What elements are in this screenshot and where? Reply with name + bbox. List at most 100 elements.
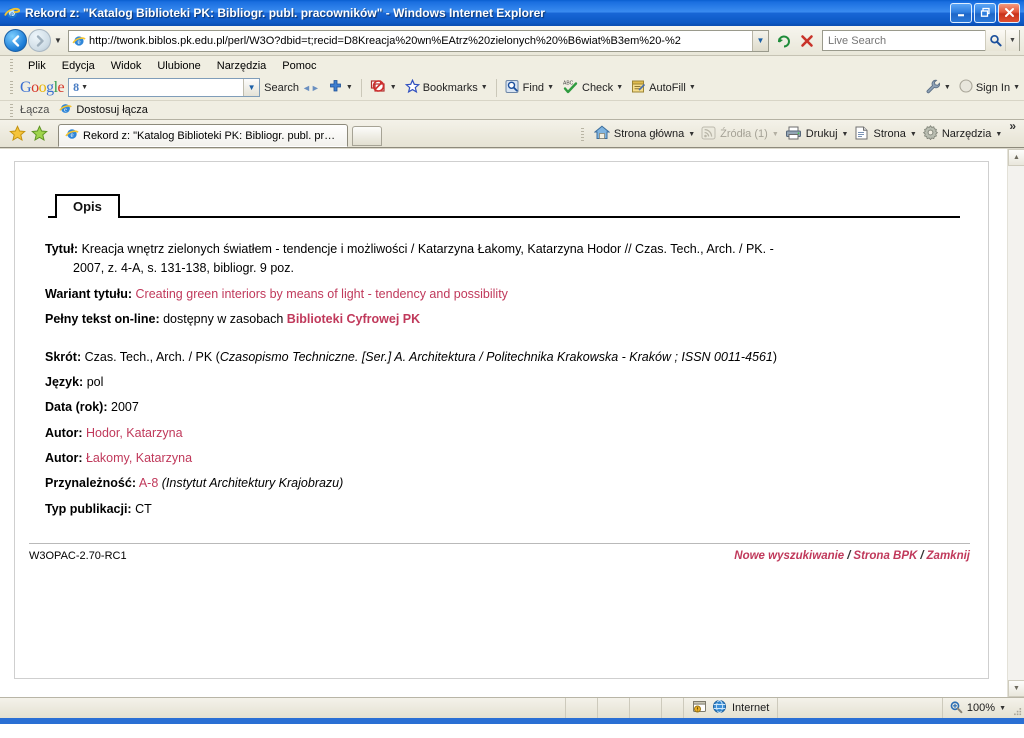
links-bar-grip[interactable] xyxy=(10,103,13,117)
link-nowe-wyszukiwanie[interactable]: Nowe wyszukiwanie xyxy=(734,550,844,562)
recent-pages-button[interactable]: ▼ xyxy=(51,36,65,45)
google-bookmarks-caret-icon[interactable]: ▼ xyxy=(481,84,488,91)
google-search-box[interactable]: 8 ▼ ▼ xyxy=(68,78,261,97)
popup-blocker-caret-icon[interactable]: ▼ xyxy=(390,84,397,91)
scroll-down-button[interactable]: ▼ xyxy=(1008,680,1024,697)
link-przynaleznosc-code[interactable]: A-8 xyxy=(139,476,162,490)
back-button[interactable] xyxy=(4,29,27,52)
command-home[interactable]: Strona główna ▼ xyxy=(591,125,698,143)
field-tytul-label: Tytuł: xyxy=(45,242,79,256)
google-plus-button[interactable]: ▼ xyxy=(324,79,357,97)
google-find-button[interactable]: Find ▼ xyxy=(501,79,558,97)
resize-grip[interactable] xyxy=(1012,698,1024,718)
command-feeds-caret-icon[interactable]: ▼ xyxy=(772,131,779,138)
menu-edycja[interactable]: Edycja xyxy=(54,59,103,73)
google-search-button[interactable]: Search ◄► xyxy=(260,82,324,94)
google-toolbar-grip[interactable] xyxy=(10,81,13,94)
command-bar: Strona główna ▼ Źródła (1) ▼ Drukuj ▼ St… xyxy=(580,119,1024,147)
google-settings-button[interactable]: ▼ xyxy=(921,79,955,97)
page-scrollbar-vertical[interactable]: ▲ ▼ xyxy=(1007,149,1024,697)
forward-button[interactable] xyxy=(28,29,51,52)
command-print[interactable]: Drukuj ▼ xyxy=(782,126,852,143)
favorites-center-icon[interactable] xyxy=(6,122,28,144)
search-submit-icon[interactable] xyxy=(985,30,1005,51)
find-magnifier-icon xyxy=(505,79,520,97)
google-check-caret-icon[interactable]: ▼ xyxy=(616,84,623,91)
live-search-box[interactable]: ▼ xyxy=(822,30,1020,51)
google-autofill-caret-icon[interactable]: ▼ xyxy=(689,84,696,91)
field-typ-publikacji: Typ publikacji: CT xyxy=(45,500,954,519)
app-version: W3OPAC-2.70-RC1 xyxy=(29,550,127,563)
command-bar-grip[interactable] xyxy=(580,127,584,141)
google-autofill-button[interactable]: AutoFill ▼ xyxy=(627,79,700,97)
navigation-bar: ▼ e http://twonk.biblos.pk.edu.pl/perl/W… xyxy=(0,26,1024,56)
command-overflow-button[interactable]: » xyxy=(1005,119,1020,133)
link-strona-bpk[interactable]: Strona BPK xyxy=(853,550,917,562)
google-bookmarks-button[interactable]: Bookmarks ▼ xyxy=(401,78,492,97)
field-jezyk: Język: pol xyxy=(45,373,954,392)
autofill-icon xyxy=(631,79,646,97)
page-viewport: Opis Tytuł: Kreacja wnętrz zielonych świ… xyxy=(0,148,1024,697)
links-bar: Łącza e Dostosuj łącza xyxy=(0,101,1024,120)
command-page-caret-icon[interactable]: ▼ xyxy=(910,131,917,138)
field-skrot-value-end: ) xyxy=(772,349,778,364)
ie-logo-icon: e xyxy=(4,5,21,21)
google-signin-button[interactable]: Sign In ▼ xyxy=(955,79,1024,96)
link-zamknij[interactable]: Zamknij xyxy=(927,550,970,562)
stop-button[interactable] xyxy=(796,30,818,52)
command-home-label: Strona główna xyxy=(613,128,685,140)
add-favorite-icon[interactable] xyxy=(28,122,50,144)
google-find-caret-icon[interactable]: ▼ xyxy=(547,84,554,91)
link-biblioteka-cyfrowa[interactable]: Biblioteki Cyfrowej PK xyxy=(287,312,420,326)
google-signin-caret-icon[interactable]: ▼ xyxy=(1013,84,1020,91)
google-check-button[interactable]: ABC Check ▼ xyxy=(558,79,627,97)
google-plus-caret-icon[interactable]: ▼ xyxy=(346,84,353,91)
tab-opis[interactable]: Opis xyxy=(55,194,120,218)
minimize-button[interactable] xyxy=(950,2,972,23)
browser-tab-active[interactable]: e Rekord z: "Katalog Biblioteki PK: Bibl… xyxy=(58,124,348,147)
menu-ulubione[interactable]: Ulubione xyxy=(149,59,208,73)
command-print-caret-icon[interactable]: ▼ xyxy=(842,131,849,138)
menu-pomoc[interactable]: Pomoc xyxy=(274,59,324,73)
zoom-control[interactable]: 100% ▼ xyxy=(941,698,1012,718)
popup-blocker-button[interactable]: ▼ xyxy=(366,79,401,97)
close-button[interactable] xyxy=(998,2,1020,23)
customize-links-label[interactable]: Dostosuj łącza xyxy=(76,104,148,116)
toolbar-grip[interactable] xyxy=(10,59,13,72)
field-skrot-label: Skrót: xyxy=(45,349,82,364)
new-tab-button[interactable] xyxy=(352,126,382,146)
command-tools-caret-icon[interactable]: ▼ xyxy=(995,131,1002,138)
menu-plik[interactable]: Plik xyxy=(20,59,54,73)
field-tytul-value-line2: 2007, z. 4-A, s. 131-138, bibliogr. 9 po… xyxy=(73,261,294,276)
command-tools-label: Narzędzia xyxy=(941,128,992,140)
link-autor-lakomy[interactable]: Łakomy, Katarzyna xyxy=(86,451,192,465)
zoom-menu-icon[interactable]: ▼ xyxy=(999,705,1006,712)
field-wariant-tytulu-label: Wariant tytułu: xyxy=(45,286,133,301)
google-mode-badge: 8 xyxy=(73,80,80,94)
search-input[interactable] xyxy=(823,33,985,48)
menu-narzedzia[interactable]: Narzędzia xyxy=(209,59,275,73)
command-page[interactable]: Strona ▼ xyxy=(851,126,919,143)
address-bar[interactable]: e http://twonk.biblos.pk.edu.pl/perl/W3O… xyxy=(68,29,769,52)
address-text[interactable]: http://twonk.biblos.pk.edu.pl/perl/W3O?d… xyxy=(89,35,752,47)
link-autor-hodor[interactable]: Hodor, Katarzyna xyxy=(86,426,183,440)
google-search-expander-icon[interactable]: ◄► xyxy=(302,83,320,93)
tab-favicon-icon: e xyxy=(65,127,79,144)
command-tools[interactable]: Narzędzia ▼ xyxy=(920,125,1005,143)
search-provider-dropdown-icon[interactable]: ▼ xyxy=(1005,30,1019,51)
command-feeds[interactable]: Źródła (1) ▼ xyxy=(698,126,782,143)
address-dropdown-icon[interactable]: ▼ xyxy=(752,30,768,51)
menu-widok[interactable]: Widok xyxy=(103,59,150,73)
record-footer: W3OPAC-2.70-RC1 Nowe wyszukiwanie / Strona… xyxy=(15,544,988,562)
command-home-caret-icon[interactable]: ▼ xyxy=(688,131,695,138)
scroll-up-button[interactable]: ▲ xyxy=(1008,149,1024,166)
spellcheck-icon: ABC xyxy=(562,79,579,97)
google-settings-caret-icon[interactable]: ▼ xyxy=(944,84,951,91)
google-history-dropdown-icon[interactable]: ▼ xyxy=(243,79,260,96)
google-mode-caret-icon[interactable]: ▼ xyxy=(81,84,88,91)
menu-bar: Plik Edycja Widok Ulubione Narzędzia Pom… xyxy=(0,56,1024,75)
record-tab-underline xyxy=(48,216,960,218)
refresh-button[interactable] xyxy=(773,30,795,52)
security-zone[interactable]: Internet xyxy=(684,698,779,718)
restore-button[interactable] xyxy=(974,2,996,23)
